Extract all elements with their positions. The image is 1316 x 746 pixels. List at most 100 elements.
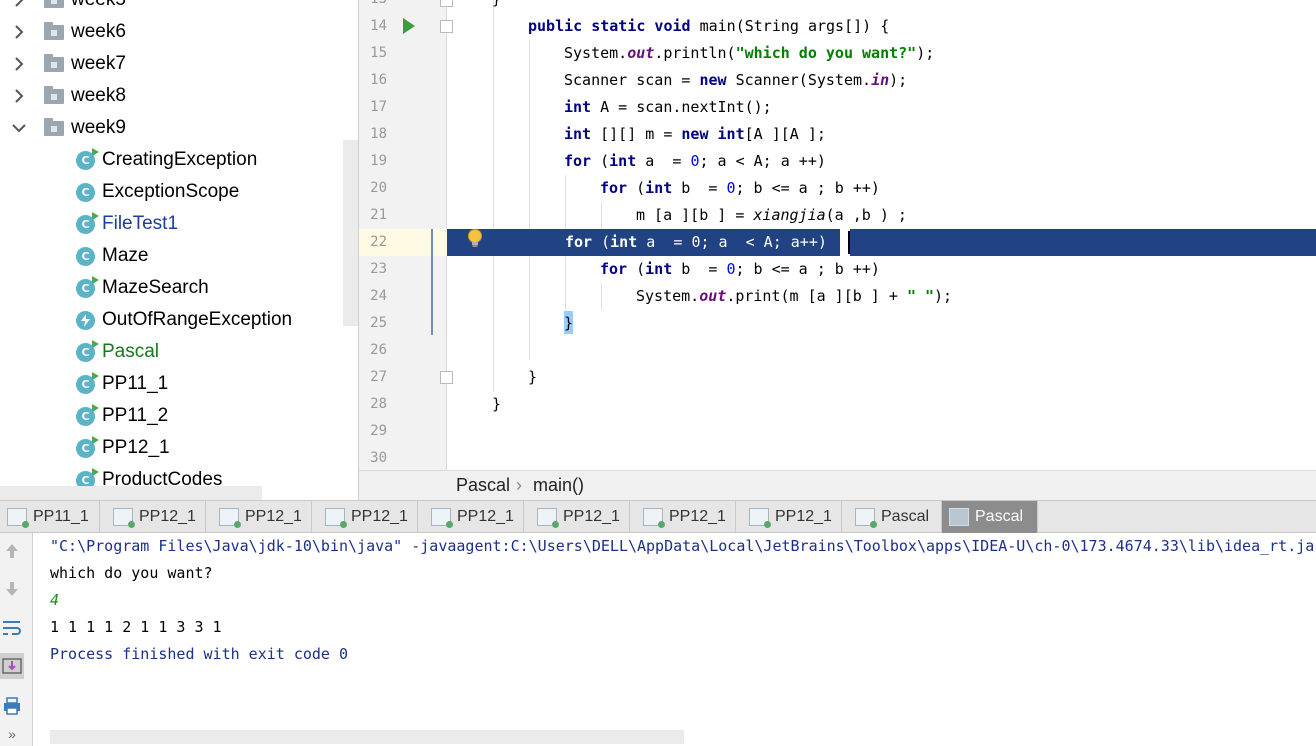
console-output: 1 1 1 1 2 1 1 3 3 1 <box>50 618 222 636</box>
code-token: } <box>492 395 502 413</box>
scroll-to-end-icon[interactable] <box>0 653 24 679</box>
line-number: 13 <box>359 0 387 13</box>
code-token: m [a ][b ] = <box>636 206 754 224</box>
tree-class-pp11-1[interactable]: C PP11_1 <box>0 368 340 400</box>
code-token: ( <box>627 260 646 278</box>
tree-class-filetest1[interactable]: C FileTest1 <box>0 208 340 240</box>
code-token: } <box>492 0 501 8</box>
tree-folder-week6[interactable]: week6 <box>0 16 340 48</box>
code-line-24: System.out.print(m [a ][b ] + " "); <box>636 283 952 310</box>
run-tab-pp12-1[interactable]: PP12_1 <box>318 501 418 533</box>
tree-class-creatingexception[interactable]: C CreatingException <box>0 144 340 176</box>
code-string: "which do you want?" <box>735 44 917 62</box>
code-editor[interactable]: 13 14 15 16 17 18 19 20 21 22 23 24 25 2… <box>358 0 1316 470</box>
breadcrumb-item-class[interactable]: Pascal <box>456 475 510 496</box>
current-line-number: 22 <box>359 229 447 256</box>
line-number: 20 <box>370 180 387 196</box>
run-tab-pp11-1[interactable]: PP11_1 <box>0 501 100 533</box>
chevron-right-icon[interactable] <box>10 80 28 112</box>
indent-guide <box>493 0 494 392</box>
breadcrumb-item-method[interactable]: main() <box>533 475 584 496</box>
run-tab-bar: PP11_1 PP12_1 PP12_1 PP12_1 PP12_1 PP12_… <box>0 500 1316 533</box>
tree-class-mazesearch[interactable]: C MazeSearch <box>0 272 340 304</box>
code-token: .println( <box>654 44 736 62</box>
java-class-icon: C <box>76 247 95 266</box>
console-command-line: "C:\Program Files\Java\jdk-10\bin\java" … <box>50 537 1316 555</box>
run-config-icon <box>537 508 559 528</box>
tree-class-exceptionscope[interactable]: C ExceptionScope <box>0 176 340 208</box>
fold-marker-icon[interactable] <box>440 20 453 33</box>
run-tab-pp12-1[interactable]: PP12_1 <box>212 501 312 533</box>
chevron-down-icon[interactable] <box>10 112 28 144</box>
tree-folder-week5[interactable]: week5 <box>0 0 340 16</box>
tree-class-pp12-1[interactable]: C PP12_1 <box>0 432 340 464</box>
run-tab-pascal[interactable]: Pascal <box>848 501 942 533</box>
console-horizontal-scrollbar[interactable] <box>50 730 684 744</box>
chevron-right-icon[interactable] <box>10 16 28 48</box>
run-tab-label: PP12_1 <box>775 508 832 525</box>
code-line-16: Scanner scan = new Scanner(System.in); <box>564 67 907 94</box>
code-token: a = <box>637 233 692 251</box>
code-token: ); <box>934 287 953 305</box>
code-token: a = <box>636 152 691 170</box>
soft-wrap-icon[interactable] <box>0 615 24 641</box>
print-icon[interactable] <box>0 693 24 719</box>
fold-marker-icon[interactable] <box>440 371 453 384</box>
tree-folder-week7[interactable]: week7 <box>0 48 340 80</box>
run-tab-label: PP12_1 <box>563 508 620 525</box>
run-tab-label: PP12_1 <box>669 508 726 525</box>
tree-class-maze[interactable]: C Maze <box>0 240 340 272</box>
down-arrow-icon[interactable] <box>0 576 24 602</box>
tree-horizontal-scrollbar[interactable] <box>0 486 262 500</box>
code-token: (a ,b ) ; <box>825 206 907 224</box>
lightbulb-icon[interactable] <box>467 228 483 250</box>
run-tab-pp12-1[interactable]: PP12_1 <box>424 501 524 533</box>
run-config-icon <box>219 508 241 528</box>
chevron-right-icon[interactable] <box>10 0 28 16</box>
code-keyword: for <box>565 233 593 251</box>
vcs-change-marker[interactable] <box>431 229 433 335</box>
line-number: 18 <box>370 126 387 142</box>
code-line-13: } <box>492 0 501 13</box>
folder-icon <box>44 86 64 104</box>
java-class-icon: C <box>76 148 99 170</box>
run-console[interactable]: "C:\Program Files\Java\jdk-10\bin\java" … <box>34 533 1316 746</box>
selected-code-line-22[interactable]: for (int a = 0; a < A; a++) <box>447 229 1316 256</box>
code-keyword: int <box>645 260 673 278</box>
more-icon[interactable]: » <box>0 721 24 746</box>
tree-class-pp11-2[interactable]: C PP11_2 <box>0 400 340 432</box>
run-tab-label: PP12_1 <box>351 508 408 525</box>
code-line-18: int [][] m = new int[A ][A ]; <box>564 121 826 148</box>
code-keyword: new int <box>681 125 745 143</box>
run-config-icon <box>643 508 665 528</box>
code-line-17: int A = scan.nextInt(); <box>564 94 772 121</box>
tree-folder-week9[interactable]: week9 <box>0 112 340 144</box>
code-keyword: int <box>609 152 637 170</box>
run-tab-label: Pascal <box>881 508 930 525</box>
tree-vertical-scrollbar[interactable] <box>343 140 358 326</box>
run-tab-pp12-1[interactable]: PP12_1 <box>106 501 206 533</box>
code-token: main(String args[]) { <box>690 17 890 35</box>
fold-marker-icon[interactable] <box>440 0 453 7</box>
tree-folder-week8[interactable]: week8 <box>0 80 340 112</box>
run-tab-pascal-active[interactable]: Pascal <box>942 501 1038 533</box>
run-tab-pp12-1[interactable]: PP12_1 <box>530 501 630 533</box>
tree-class-label: OutOfRangeException <box>102 309 293 330</box>
tree-folder-label: week8 <box>71 85 126 106</box>
java-class-icon: C <box>76 404 99 426</box>
run-tab-label: PP12_1 <box>245 508 302 525</box>
up-arrow-icon[interactable] <box>0 538 24 564</box>
code-token: A = scan.nextInt(); <box>591 98 772 116</box>
code-token: ( <box>592 233 611 251</box>
code-static-field: in <box>871 71 890 89</box>
tree-class-pascal[interactable]: C Pascal <box>0 336 340 368</box>
chevron-right-icon[interactable] <box>10 48 28 80</box>
run-tab-pp12-1[interactable]: PP12_1 <box>636 501 736 533</box>
code-keyword: public static void <box>528 17 691 35</box>
run-tab-pp12-1[interactable]: PP12_1 <box>742 501 842 533</box>
run-gutter-icon[interactable] <box>403 18 415 34</box>
tree-class-outofrangeexception[interactable]: OutOfRangeException <box>0 304 340 336</box>
console-toolbar: » <box>0 533 33 746</box>
breadcrumb-separator-icon: › <box>516 475 522 495</box>
indent-guide <box>601 283 602 310</box>
